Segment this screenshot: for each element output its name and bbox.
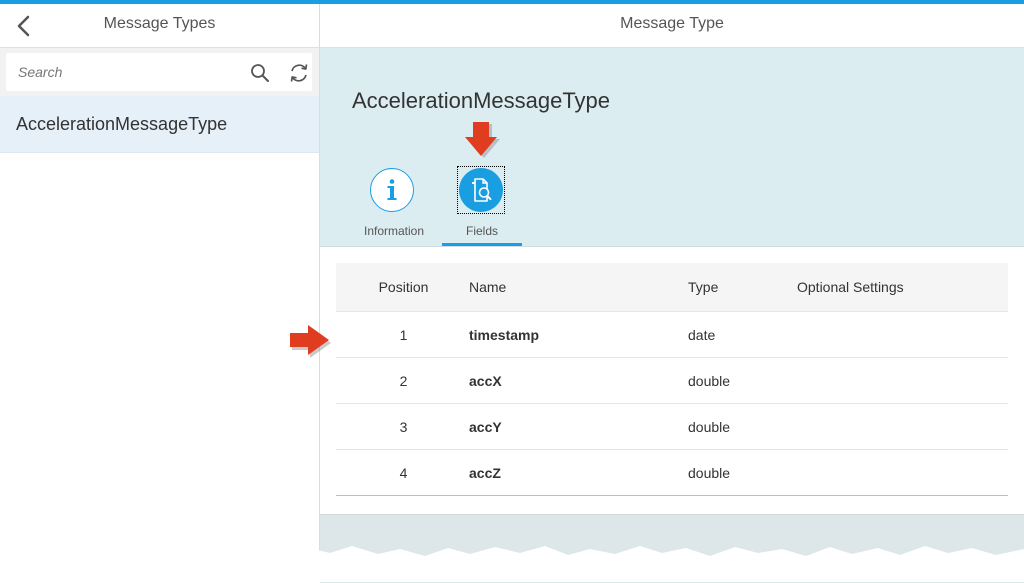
fields-content: Position Name Type Optional Settings 1 t… bbox=[320, 247, 1024, 514]
master-title: Message Types bbox=[103, 15, 216, 32]
chevron-left-icon bbox=[17, 15, 30, 37]
detail-title: Message Type bbox=[620, 15, 724, 32]
table-row[interactable]: 3 accY double bbox=[336, 404, 1008, 450]
cell-optional-settings bbox=[797, 450, 997, 495]
cell-position: 1 bbox=[399, 326, 408, 343]
refresh-icon[interactable] bbox=[288, 62, 310, 84]
back-button[interactable] bbox=[10, 12, 38, 40]
column-header-type: Type bbox=[688, 279, 719, 295]
cell-position: 2 bbox=[399, 372, 408, 389]
info-icon bbox=[370, 168, 414, 212]
cell-optional-settings bbox=[797, 358, 997, 403]
cell-type: double bbox=[688, 464, 731, 481]
selected-tab-indicator bbox=[442, 243, 522, 246]
list-item-acceleration-message-type[interactable]: AccelerationMessageType bbox=[0, 96, 319, 153]
search-icon[interactable] bbox=[250, 63, 270, 83]
column-header-position: Position bbox=[378, 279, 429, 295]
cell-name: accY bbox=[469, 418, 502, 435]
detail-header: Message Type bbox=[320, 4, 1024, 48]
object-title: AccelerationMessageType bbox=[352, 88, 611, 113]
list-item-label: AccelerationMessageType bbox=[16, 114, 228, 134]
arrow-down-icon bbox=[465, 122, 500, 158]
tab-fields[interactable]: Fields bbox=[442, 166, 522, 246]
cell-type: double bbox=[688, 418, 731, 435]
column-header-name: Name bbox=[469, 279, 507, 295]
cell-type: double bbox=[688, 372, 731, 389]
cell-name: timestamp bbox=[469, 326, 540, 343]
detail-pane: Message Type AccelerationMessageType Inf… bbox=[320, 4, 1024, 583]
fields-table: Position Name Type Optional Settings 1 t… bbox=[336, 263, 1008, 496]
master-header: Message Types bbox=[0, 4, 319, 48]
cell-position: 3 bbox=[399, 418, 408, 435]
table-row[interactable]: 1 timestamp date bbox=[336, 312, 1008, 358]
table-header: Position Name Type Optional Settings bbox=[336, 263, 1008, 312]
arrow-right-icon bbox=[290, 325, 331, 358]
torn-edge bbox=[0, 545, 1024, 582]
cell-type: date bbox=[688, 326, 716, 343]
table-row[interactable]: 4 accZ double bbox=[336, 450, 1008, 496]
cell-name: accZ bbox=[469, 464, 501, 481]
cell-optional-settings bbox=[797, 312, 997, 357]
tab-information-label: Information bbox=[363, 224, 425, 238]
master-pane: Message Types AccelerationMessageType bbox=[0, 4, 320, 582]
object-header: AccelerationMessageType Information Fiel… bbox=[320, 48, 1024, 247]
search-bar bbox=[0, 48, 319, 97]
table-row[interactable]: 2 accX double bbox=[336, 358, 1008, 404]
cell-optional-settings bbox=[797, 404, 997, 449]
column-header-optional-settings: Optional Settings bbox=[797, 279, 904, 295]
cell-position: 4 bbox=[399, 464, 408, 481]
tab-fields-label: Fields bbox=[465, 224, 498, 238]
document-search-icon bbox=[459, 168, 503, 212]
tab-information[interactable]: Information bbox=[354, 166, 434, 246]
cell-name: accX bbox=[469, 372, 502, 389]
